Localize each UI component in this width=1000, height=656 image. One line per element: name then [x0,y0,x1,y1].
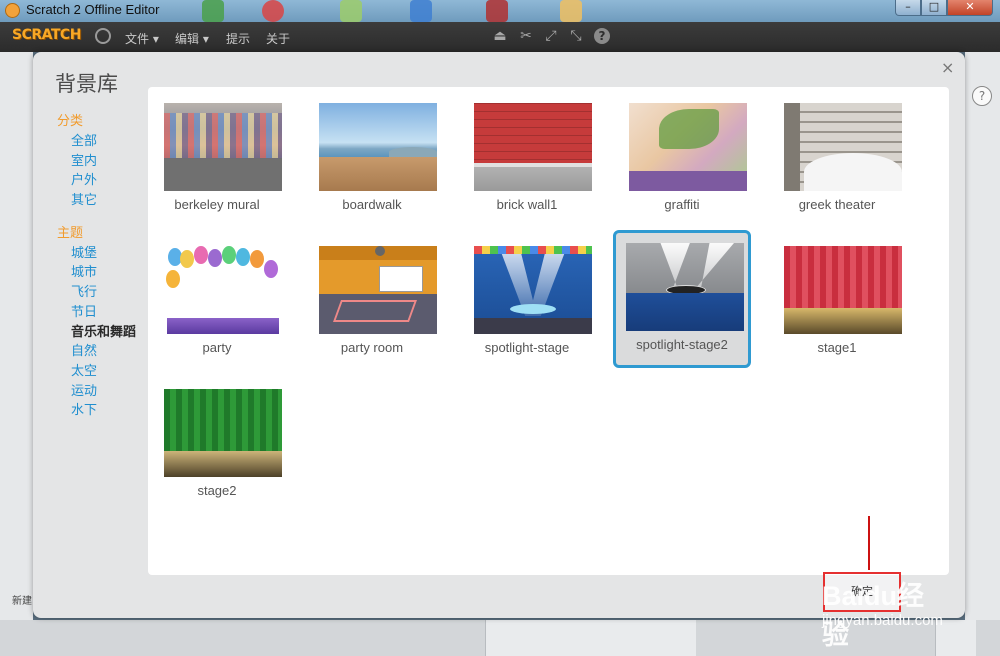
sidebar-item-sports[interactable]: 运动 [57,382,157,402]
backdrop-item[interactable]: boardwalk [303,87,441,225]
help-icon[interactable]: ? [594,28,610,44]
backdrop-thumbnail [319,103,437,191]
backdrop-thumbnail [784,103,902,191]
sidebar-item-outdoors[interactable]: 户外 [57,171,157,191]
backdrop-label: stage1 [817,340,857,355]
backdrop-label: party room [340,340,404,355]
duplicate-stamp-icon[interactable]: ⏏ [492,28,508,44]
new-backdrop-label: 新建 [12,596,32,607]
library-sidebar: 分类 全部 室内 户外 其它 主题 城堡 城市 飞行 节日 音乐和舞蹈 自然 太… [57,112,157,421]
backdrop-item[interactable]: berkeley mural [148,87,286,225]
backdrop-item[interactable]: spotlight-stage [458,230,596,368]
category-heading: 分类 [57,114,84,129]
app-icon [560,0,582,22]
backdrop-label: berkeley mural [174,197,260,212]
watermark: Baidu经验 jingyan.baidu.com [822,560,943,650]
backdrop-thumbnail [474,103,592,191]
menu-about[interactable]: 关于 [266,30,290,47]
scratch-menubar: SCRATCH 文件 ▾ 编辑 ▾ 提示 关于 ⏏ ✂ ⤢ ⤡ ? [0,22,1000,52]
sidebar-item-castle[interactable]: 城堡 [57,244,157,264]
menu-edit[interactable]: 编辑 ▾ [175,30,209,47]
backdrop-library-dialog: 背景库 × 分类 全部 室内 户外 其它 主题 城堡 城市 飞行 节日 音乐和舞… [33,52,965,618]
backdrop-thumbnail [319,246,437,334]
backdrop-thumbnail [164,103,282,191]
backdrop-label: brick wall1 [496,197,558,212]
backdrop-item[interactable]: party room [303,230,441,368]
backdrop-label: spotlight-stage2 [636,337,728,352]
sidebar-item-all[interactable]: 全部 [57,132,157,152]
sidebar-item-holiday[interactable]: 节日 [57,303,157,323]
backdrop-label: graffiti [664,197,700,212]
dialog-close-icon[interactable]: × [941,58,954,77]
backdrop-label: party [202,340,232,355]
watermark-url: jingyan.baidu.com [822,612,943,629]
backdrop-thumbnail [626,243,744,331]
backdrop-label: stage2 [197,483,237,498]
cut-scissors-icon[interactable]: ✂ [518,28,534,44]
backdrop-label: boardwalk [342,197,402,212]
backdrop-thumbnail [164,246,282,334]
app-icon [486,0,508,22]
backdrop-thumbnail [164,389,282,477]
app-icon [262,0,284,22]
backdrop-label: greek theater [798,197,876,212]
shrink-icon[interactable]: ⤡ [568,28,584,44]
dialog-title: 背景库 [55,72,118,96]
app-icon [410,0,432,22]
backdrop-item[interactable]: party [148,230,286,368]
language-globe-icon[interactable] [95,28,111,44]
window-close-button[interactable]: ✕ [947,0,993,16]
sidebar-item-indoors[interactable]: 室内 [57,152,157,172]
backdrop-item[interactable]: graffiti [613,87,751,225]
editor-right-edge: ? [965,52,1000,656]
window-titlebar: Scratch 2 Offline Editor – □ ✕ [0,0,1000,22]
help-circle-icon[interactable]: ? [972,86,992,106]
backdrop-label: spotlight-stage [484,340,570,355]
backdrop-item[interactable]: brick wall1 [458,87,596,225]
background-taskbar-icons [200,0,680,22]
app-icon [340,0,362,22]
backdrop-item[interactable]: greek theater [768,87,906,225]
backdrop-item-selected[interactable]: spotlight-stage2 [613,230,751,368]
backdrop-thumbnail [474,246,592,334]
scratch-cat-icon [5,3,20,18]
minimize-button[interactable]: – [895,0,921,16]
sidebar-item-space[interactable]: 太空 [57,362,157,382]
sidebar-item-underwater[interactable]: 水下 [57,401,157,421]
backdrop-grid: berkeley mural boardwalk brick wall1 gra… [148,87,949,575]
sidebar-item-city[interactable]: 城市 [57,263,157,283]
app-icon [202,0,224,22]
menu-tips[interactable]: 提示 [226,30,250,47]
backdrop-thumbnail [629,103,747,191]
backdrop-thumbnail [784,246,902,334]
backdrop-item[interactable]: stage1 [768,230,906,368]
backdrop-item[interactable]: stage2 [148,373,286,511]
theme-heading: 主题 [57,225,84,241]
scratch-logo[interactable]: SCRATCH [12,27,81,43]
editor-left-edge [0,52,33,656]
grow-icon[interactable]: ⤢ [543,28,559,44]
window-title: Scratch 2 Offline Editor [26,2,160,17]
menu-file[interactable]: 文件 ▾ [125,30,159,47]
editor-pane [485,620,696,656]
sidebar-item-flying[interactable]: 飞行 [57,283,157,303]
maximize-button[interactable]: □ [921,0,947,16]
